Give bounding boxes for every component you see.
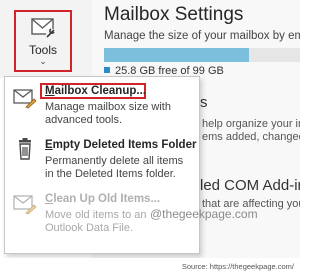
empty-deleted-items-title: Empty Deleted Items Folder bbox=[45, 139, 197, 151]
source-caption: Source: https://thegeekpage.com/ bbox=[181, 262, 294, 271]
empty-deleted-items-desc-line1: Permanently delete all items bbox=[45, 155, 184, 167]
mailbox-cleanup-desc-line2: advanced tools. bbox=[45, 114, 123, 126]
mailbox-settings-description: Manage the size of your mailbox by empty… bbox=[104, 30, 300, 42]
clean-up-old-items-title: Clean Up Old Items... bbox=[45, 193, 161, 205]
empty-deleted-items-desc-line2: in the Deleted Items folder. bbox=[45, 168, 176, 180]
menu-item-mailbox-cleanup[interactable]: Mailbox Cleanup... Manage mailbox size w… bbox=[5, 81, 199, 133]
screenshot: Mailbox Settings Manage the size of your… bbox=[0, 0, 300, 258]
chevron-down-icon: ⌄ bbox=[39, 56, 47, 66]
clean-up-old-items-desc-line2: Outlook Data File. bbox=[45, 222, 134, 234]
archive-cleanup-icon bbox=[13, 195, 37, 215]
tools-button[interactable]: Tools ⌄ bbox=[14, 10, 72, 72]
partial-heading-rules: s bbox=[200, 94, 208, 111]
mailbox-cleanup-icon bbox=[13, 89, 37, 109]
tools-dropdown-menu: Mailbox Cleanup... Manage mailbox size w… bbox=[4, 76, 200, 254]
mailbox-settings-title: Mailbox Settings bbox=[104, 4, 244, 25]
partial-text-rules-1: help organize your inc bbox=[202, 118, 300, 130]
tools-mail-icon bbox=[31, 18, 55, 38]
mailbox-cleanup-desc-line1: Manage mailbox size with bbox=[45, 101, 171, 113]
watermark: @thegeekpage.com bbox=[150, 207, 258, 221]
menu-item-empty-deleted-items[interactable]: Empty Deleted Items Folder Permanently d… bbox=[5, 135, 199, 187]
mailbox-quota-bar bbox=[104, 48, 300, 62]
tools-button-label: Tools bbox=[28, 43, 57, 57]
clean-up-old-items-desc-line1: Move old items to an bbox=[45, 209, 147, 221]
partial-heading-com-addins: led COM Add-in bbox=[200, 177, 300, 194]
trash-icon bbox=[19, 138, 31, 160]
quota-legend-marker bbox=[104, 67, 110, 73]
partial-text-rules-2: ems added, changed, or re bbox=[202, 131, 300, 143]
mailbox-cleanup-title: Mailbox Cleanup... bbox=[45, 85, 146, 97]
mailbox-quota-fill bbox=[104, 48, 250, 62]
